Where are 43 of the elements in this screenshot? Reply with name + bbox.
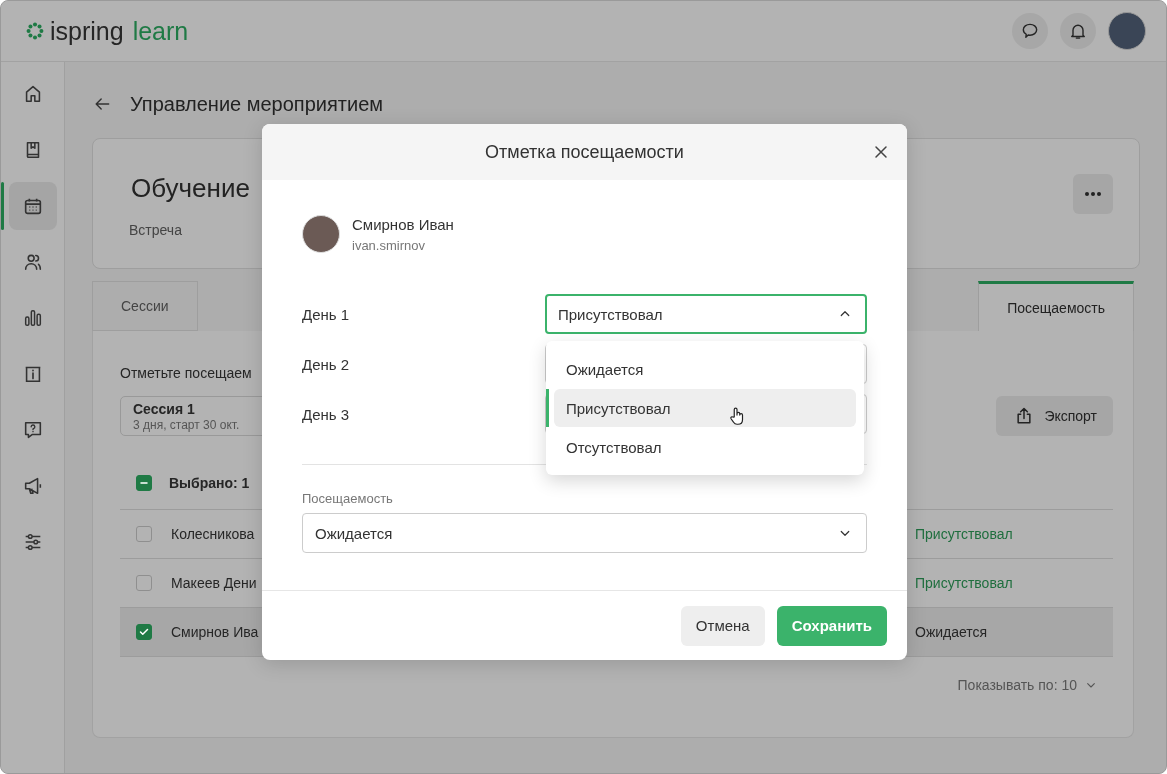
session-details: 3 дня, старт 30 окт. [133,418,241,432]
logo-icon [24,20,46,42]
participant-name: Смирнов Ива [171,624,260,640]
attendance-status: Ожидается [915,624,989,640]
more-button[interactable] [1073,173,1113,214]
tab[interactable]: Сессии [92,281,198,331]
row-checkbox[interactable] [136,624,152,640]
dots-icon [1085,191,1101,196]
dropdown-option[interactable]: Ожидается [554,350,856,388]
chat-button[interactable] [1012,13,1048,49]
day-label: День 2 [302,355,351,373]
product-name: learn [132,16,189,46]
field-label: Посещаемость [302,491,394,506]
dialog-title: Отметка посещаемости [485,141,684,163]
dropdown-option[interactable]: Отсутствовал [554,428,856,466]
cancel-button[interactable]: Отмена [680,605,765,646]
day-label: День 1 [302,305,351,323]
event-title: Обучение [131,173,250,204]
instruction-text: Отметьте посещаем [120,365,252,381]
attendance-status: Присутствовал [915,526,1014,542]
participant-name: Макеев Дени [171,575,258,591]
day-select[interactable]: Присутствовал [545,294,867,334]
page-size-select[interactable]: Показывать по: 10 [957,677,1099,693]
attendance-status: Присутствовал [915,575,1014,591]
user-avatar[interactable] [1108,12,1146,50]
session-title: Сессия 1 [133,401,196,417]
user-avatar [302,215,340,253]
row-checkbox[interactable] [136,526,152,542]
notifications-button[interactable] [1060,13,1096,49]
row-checkbox[interactable] [136,575,152,591]
page-title: Управление мероприятием [130,92,384,116]
export-button[interactable]: Экспорт [996,396,1113,436]
selection-count: Выбрано: 1 [169,475,250,491]
user-name: Смирнов Иван [352,215,454,233]
user-login: ivan.smirnov [352,237,426,253]
check-icon [138,626,150,638]
select-all-checkbox[interactable] [136,475,152,491]
event-type: Встреча [129,222,183,238]
brand-name: ispring [50,16,124,46]
tab[interactable]: Посещаемость [978,281,1134,331]
participant-name: Колесникова [171,526,256,542]
speech-bubble-icon [1020,21,1040,41]
attendance-select[interactable]: Ожидается [302,513,867,553]
